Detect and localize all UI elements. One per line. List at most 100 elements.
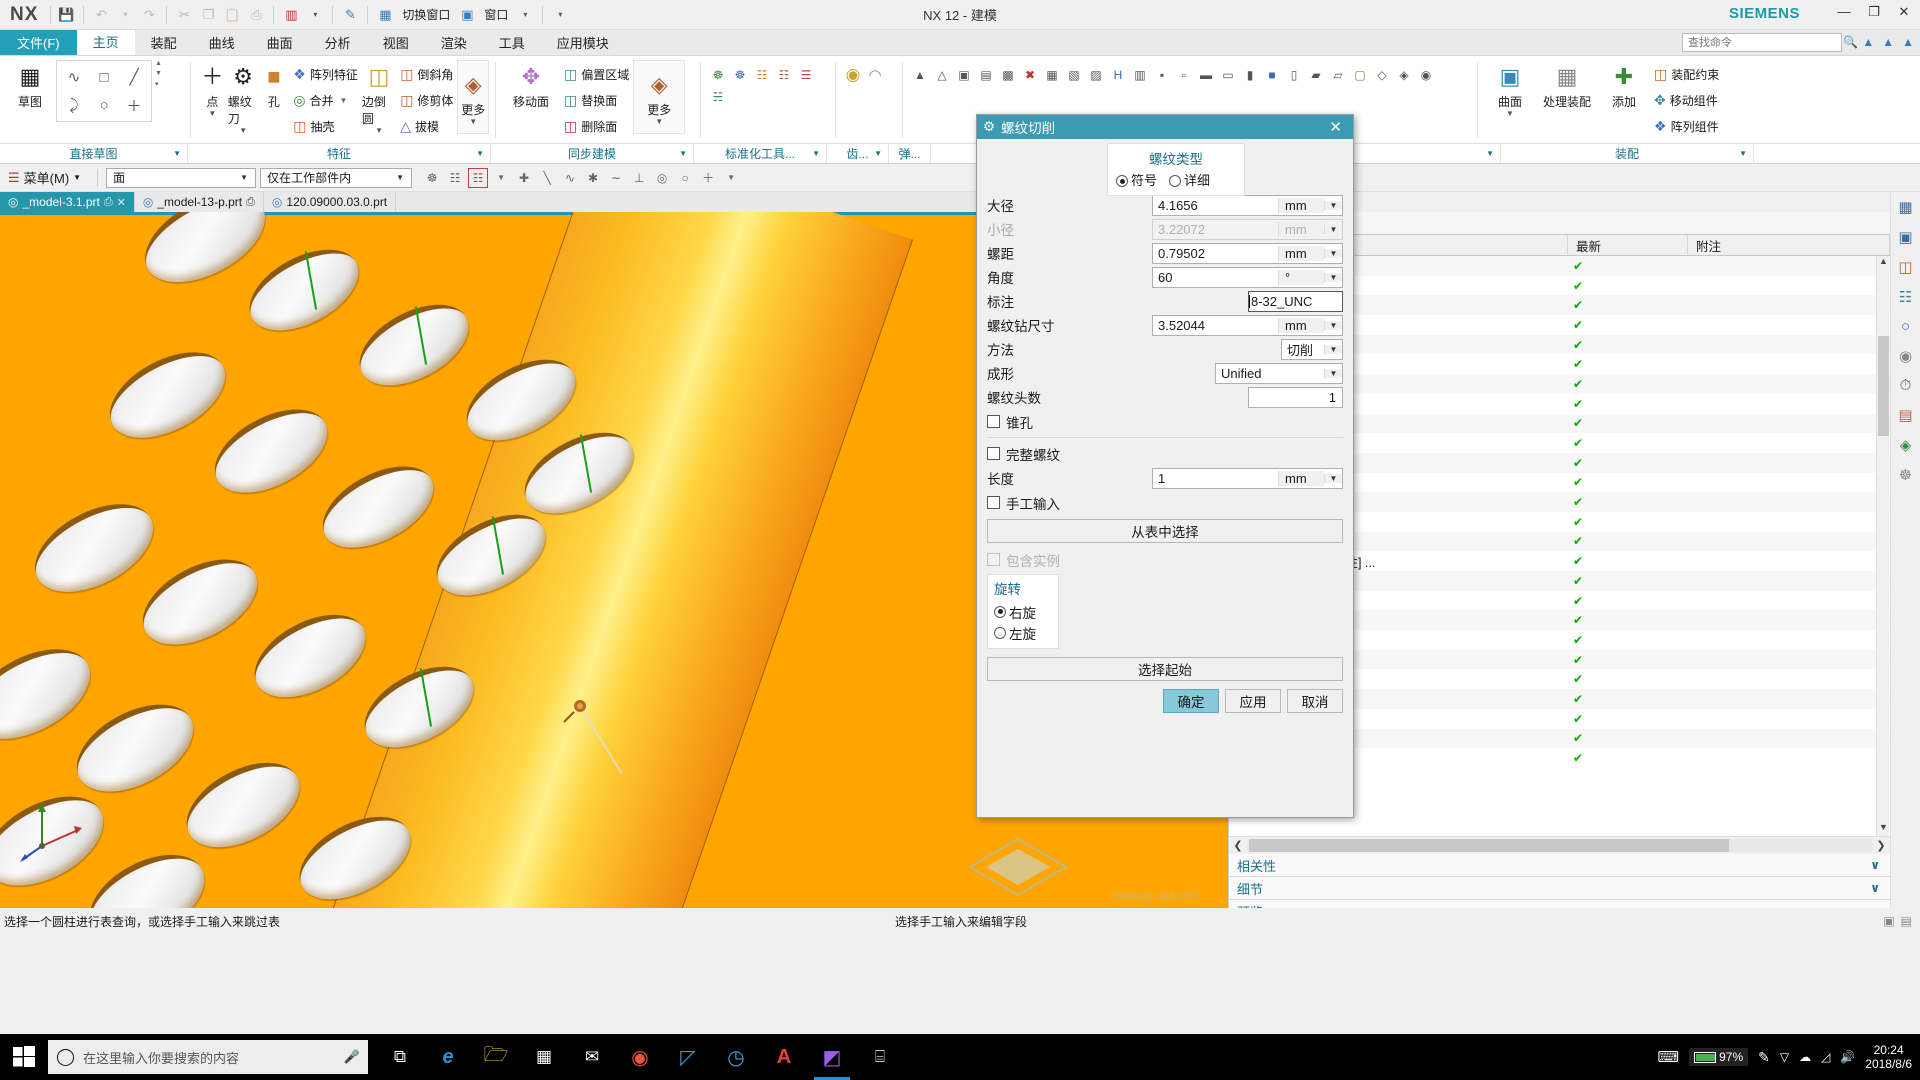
offset-region-button[interactable]: ◫ 偏置区域 [560, 62, 633, 87]
close-button[interactable]: ✕ [1896, 4, 1912, 20]
process-assembly-button[interactable]: ▦ 处理装配 [1536, 60, 1598, 110]
pen-icon[interactable]: ✎ [1758, 1049, 1770, 1066]
tab-render[interactable]: 渲染 [425, 30, 483, 55]
html-help-icon[interactable]: ○ [1901, 318, 1910, 335]
point-icon[interactable]: ＋ [126, 95, 141, 116]
trim-body-button[interactable]: ◫ 修剪体 [396, 88, 457, 113]
method-select[interactable]: 切削 ▼ [1281, 338, 1343, 360]
chevron-down-icon[interactable]: ▼ [1324, 320, 1342, 330]
store-icon[interactable]: ▦ [520, 1034, 568, 1080]
clock-icon[interactable]: ◷ [712, 1034, 760, 1080]
process-studio-icon[interactable]: ▤ [1898, 406, 1912, 424]
select-highlight-icon[interactable]: ☷ [468, 167, 489, 188]
edge-icon[interactable]: e [424, 1034, 472, 1080]
cut-icon[interactable]: ✂ [173, 4, 195, 26]
scroll-left-icon[interactable]: ❮ [1229, 839, 1247, 852]
angle-unit[interactable]: ° [1278, 269, 1324, 285]
gc-icon-3[interactable]: ▣ [953, 64, 975, 86]
gc-icon-11[interactable]: ▥ [1129, 64, 1151, 86]
std-tool-icon-4[interactable]: ☷ [773, 64, 795, 86]
starts-input[interactable]: 1 [1248, 386, 1343, 408]
redo-icon[interactable]: ↷ [138, 4, 160, 26]
file-tab-model-13p[interactable]: ◎ _model-13-p.prt ⎙ [135, 192, 264, 212]
gc-icon-5[interactable]: ▩ [997, 64, 1019, 86]
gc-icon-4[interactable]: ▤ [975, 64, 997, 86]
std-tool-icon-3[interactable]: ☷ [751, 64, 773, 86]
chevron-down-icon[interactable]: ▼ [235, 173, 253, 182]
arc-icon[interactable]: ⤸ [69, 97, 78, 114]
search-icon[interactable]: 🔍 [1843, 35, 1858, 49]
copy-icon[interactable]: ❐ [197, 4, 219, 26]
section-details[interactable]: 细节 ∨ [1229, 877, 1890, 900]
tab-application[interactable]: 应用模块 [541, 30, 625, 55]
taskbar-search-box[interactable]: ◯ 在这里输入你要搜索的内容 🎤 [48, 1040, 368, 1074]
drill-size-unit[interactable]: mm [1278, 317, 1324, 333]
layout-icon[interactable]: ▥ [280, 4, 302, 26]
nx-app-icon[interactable]: ◩ [808, 1034, 856, 1080]
radio-right-hand[interactable]: 右旋 [994, 601, 1052, 622]
std-tool-icon-1[interactable]: ☸ [707, 64, 729, 86]
history-icon[interactable]: ⏱ [1900, 377, 1912, 394]
gc-icon-17[interactable]: ■ [1261, 64, 1283, 86]
chevron-down-icon[interactable]: ▼ [491, 168, 511, 188]
column-header-uptodate[interactable]: 最新 [1568, 235, 1688, 255]
chevron-down-icon[interactable]: ▼ [476, 149, 484, 158]
hole-feature[interactable] [346, 288, 482, 402]
hole-feature[interactable] [201, 392, 341, 510]
tab-analysis[interactable]: 分析 [309, 30, 367, 55]
gc-icon-16[interactable]: ▮ [1239, 64, 1261, 86]
line-icon[interactable]: ╱ [129, 68, 138, 86]
chamfer-button[interactable]: ◫ 倒斜角 [396, 62, 457, 87]
gc-icon-15[interactable]: ▭ [1217, 64, 1239, 86]
circle-icon[interactable]: ○ [99, 97, 108, 114]
onedrive-icon[interactable]: ☁ [1799, 1050, 1811, 1064]
ok-button[interactable]: 确定 [1163, 689, 1219, 713]
taskbar-clock[interactable]: 20:24 2018/8/6 [1865, 1043, 1912, 1071]
hscroll-thumb[interactable] [1249, 839, 1729, 852]
surface-button[interactable]: ▣ 曲面 ▼ [1484, 60, 1536, 118]
command-search-input[interactable] [1682, 33, 1842, 52]
chevron-down-icon[interactable]: ∨ [1870, 881, 1880, 895]
window-dropdown-icon[interactable]: ▾ [514, 4, 536, 26]
spring-icon[interactable]: ◠ [864, 64, 886, 86]
keyboard-icon[interactable]: ⌨ [1657, 1048, 1679, 1066]
apply-button[interactable]: 应用 [1225, 689, 1281, 713]
snap-center-icon[interactable]: ◎ [652, 168, 672, 188]
file-tab-model-31[interactable]: ◎ _model-3.1.prt ⎙ ✕ [0, 192, 135, 212]
reuse-library-icon[interactable]: ☷ [1899, 288, 1912, 306]
status-icon-1[interactable]: ▣ [1883, 914, 1894, 928]
tab-assembly[interactable]: 装配 [135, 30, 193, 55]
select-start-button[interactable]: 选择起始 [987, 657, 1343, 681]
gc-icon-2[interactable]: △ [931, 64, 953, 86]
section-dependencies[interactable]: 相关性 ∨ [1229, 854, 1890, 877]
maximize-button[interactable]: ❐ [1866, 4, 1882, 20]
hole-feature[interactable] [95, 334, 240, 456]
erase-icon[interactable]: ✎ [339, 4, 361, 26]
tab-view[interactable]: 视图 [367, 30, 425, 55]
gc-icon-7[interactable]: ▦ [1041, 64, 1063, 86]
sync-more-button[interactable]: ◈ 更多 ▼ [633, 60, 686, 134]
chevron-down-icon[interactable]: ▼ [391, 173, 409, 182]
pitch-unit[interactable]: mm [1278, 245, 1324, 261]
window-label[interactable]: 窗口 [480, 6, 512, 23]
snap-end-icon[interactable]: ╲ [537, 168, 557, 188]
chevron-down-icon[interactable]: ▼ [812, 149, 820, 158]
scroll-right-icon[interactable]: ❯ [1872, 839, 1890, 852]
paste-special-icon[interactable]: ⎙ [245, 4, 267, 26]
file-tab-120-09000[interactable]: ◎ 120.09000.03.0.prt [264, 192, 397, 212]
chevron-down-icon[interactable]: ▼ [1324, 473, 1342, 483]
hole-feature[interactable] [236, 233, 372, 347]
gc-icon-6[interactable]: ✖ [1019, 64, 1041, 86]
chevron-down-icon[interactable]: ∨ [1870, 858, 1880, 872]
chevron-down-icon[interactable]: ▼ [1324, 368, 1342, 378]
paste-icon[interactable]: 📋 [221, 4, 243, 26]
tab-curve[interactable]: 曲线 [193, 30, 251, 55]
snap-mid-icon[interactable]: ∿ [560, 168, 580, 188]
edge-blend-button[interactable]: ◫ 边倒圆 ▼ [362, 60, 396, 135]
gc-icon-8[interactable]: ▧ [1063, 64, 1085, 86]
save-icon[interactable]: 💾 [55, 4, 77, 26]
gallery-scroll-arrows[interactable]: ▲ ▼ ▾ [152, 60, 165, 88]
feature-more-button[interactable]: ◈ 更多 ▼ [457, 60, 490, 134]
snap-perp-icon[interactable]: ⊥ [629, 168, 649, 188]
callout-input[interactable]: 8-32_UNC [1248, 290, 1343, 312]
